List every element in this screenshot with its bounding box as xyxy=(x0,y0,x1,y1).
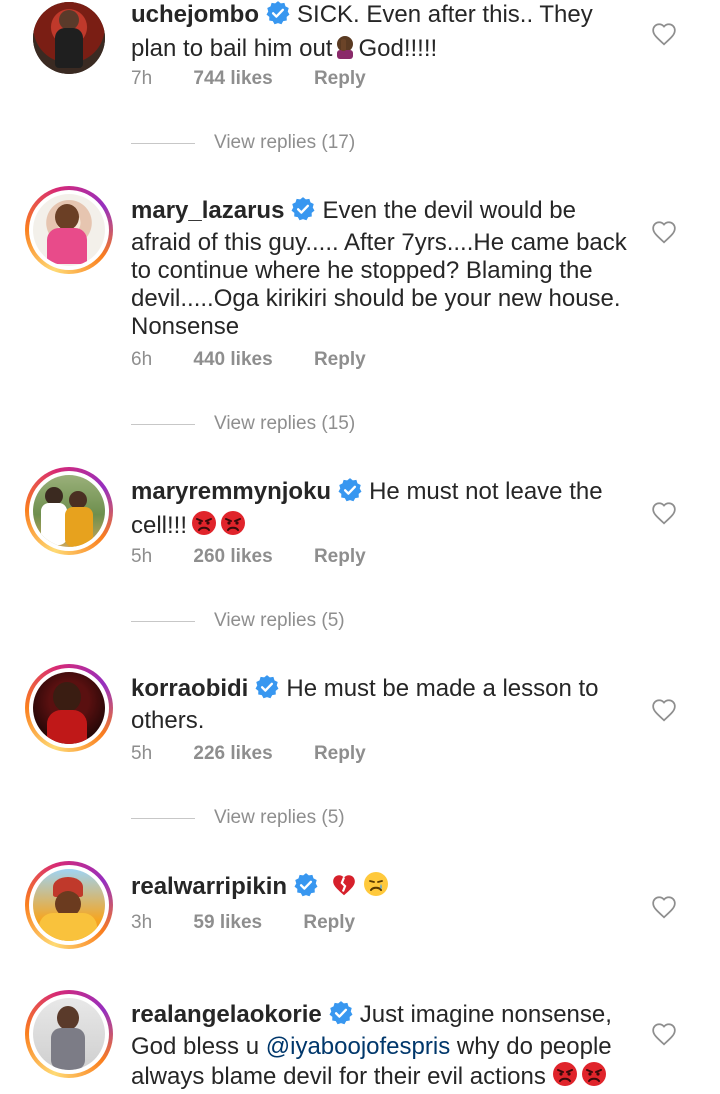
like-heart-icon[interactable] xyxy=(651,220,677,249)
view-replies-label: View replies (17) xyxy=(214,132,356,153)
view-replies-button[interactable]: View replies (5) xyxy=(131,807,345,829)
reply-button[interactable]: Reply xyxy=(303,912,355,933)
avatar-photo xyxy=(33,672,105,744)
like-heart-icon[interactable] xyxy=(651,501,677,530)
broken-heart-emoji-icon xyxy=(331,873,357,904)
view-replies-label: View replies (15) xyxy=(214,413,356,434)
view-replies-button[interactable]: View replies (5) xyxy=(131,610,345,632)
like-heart-icon[interactable] xyxy=(651,895,677,924)
comment-time: 7h xyxy=(131,68,153,89)
divider xyxy=(131,620,195,622)
comment-time: 5h xyxy=(131,743,153,764)
angry-face-emoji-icon xyxy=(191,510,217,543)
view-replies-label: View replies (5) xyxy=(214,610,345,631)
crying-face-emoji-icon xyxy=(363,871,389,904)
view-replies-button[interactable]: View replies (17) xyxy=(131,132,355,154)
verified-badge-icon xyxy=(290,196,316,229)
comment-likes[interactable]: 226 likes xyxy=(193,743,272,764)
comment-username[interactable]: maryremmynjoku xyxy=(131,478,331,505)
view-replies-label: View replies (5) xyxy=(214,807,345,828)
avatar-korraobidi[interactable] xyxy=(25,664,113,752)
divider xyxy=(131,817,195,819)
avatar-uchejombo[interactable] xyxy=(33,2,105,74)
comment-likes[interactable]: 59 likes xyxy=(193,912,262,933)
reply-button[interactable]: Reply xyxy=(314,68,366,89)
like-heart-icon[interactable] xyxy=(651,698,677,727)
avatar-photo xyxy=(33,475,105,547)
reply-button[interactable]: Reply xyxy=(314,743,366,764)
verified-badge-icon xyxy=(337,477,363,510)
divider xyxy=(131,423,195,425)
facepalm-emoji-icon xyxy=(332,33,358,66)
comment-username[interactable]: korraobidi xyxy=(131,675,248,702)
user-mention-link[interactable]: @iyaboojofespris xyxy=(266,1033,450,1060)
avatar-realwarripikin[interactable] xyxy=(25,861,113,949)
comment-username[interactable]: mary_lazarus xyxy=(131,197,284,224)
avatar-maryremmynjoku[interactable] xyxy=(25,467,113,555)
comment-time: 6h xyxy=(131,349,153,370)
view-replies-button[interactable]: View replies (15) xyxy=(131,413,355,435)
like-heart-icon[interactable] xyxy=(651,22,677,51)
avatar-realangelaokorie[interactable] xyxy=(25,990,113,1078)
verified-badge-icon xyxy=(265,0,291,33)
comment-username[interactable]: realwarripikin xyxy=(131,873,287,900)
avatar-photo xyxy=(33,869,105,941)
angry-face-emoji-icon xyxy=(552,1061,578,1094)
comment-likes[interactable]: 260 likes xyxy=(193,546,272,567)
avatar-photo xyxy=(33,998,105,1070)
verified-badge-icon xyxy=(254,674,280,707)
avatar-mary-lazarus[interactable] xyxy=(25,186,113,274)
comment-username[interactable]: realangelaokorie xyxy=(131,1001,322,1028)
comment-time: 3h xyxy=(131,912,153,933)
avatar-photo xyxy=(33,194,105,266)
like-heart-icon[interactable] xyxy=(651,1022,677,1051)
comment-username[interactable]: uchejombo xyxy=(131,1,259,28)
reply-button[interactable]: Reply xyxy=(314,349,366,370)
comment-text-end: God!!!!! xyxy=(358,35,438,62)
verified-badge-icon xyxy=(328,1000,354,1033)
angry-face-emoji-icon xyxy=(220,510,246,543)
comment-likes[interactable]: 744 likes xyxy=(193,68,272,89)
reply-button[interactable]: Reply xyxy=(314,546,366,567)
verified-badge-icon xyxy=(293,872,319,905)
divider xyxy=(131,142,195,144)
comment-time: 5h xyxy=(131,546,153,567)
angry-face-emoji-icon xyxy=(581,1061,607,1094)
avatar-photo xyxy=(33,2,105,74)
comment-likes[interactable]: 440 likes xyxy=(193,349,272,370)
